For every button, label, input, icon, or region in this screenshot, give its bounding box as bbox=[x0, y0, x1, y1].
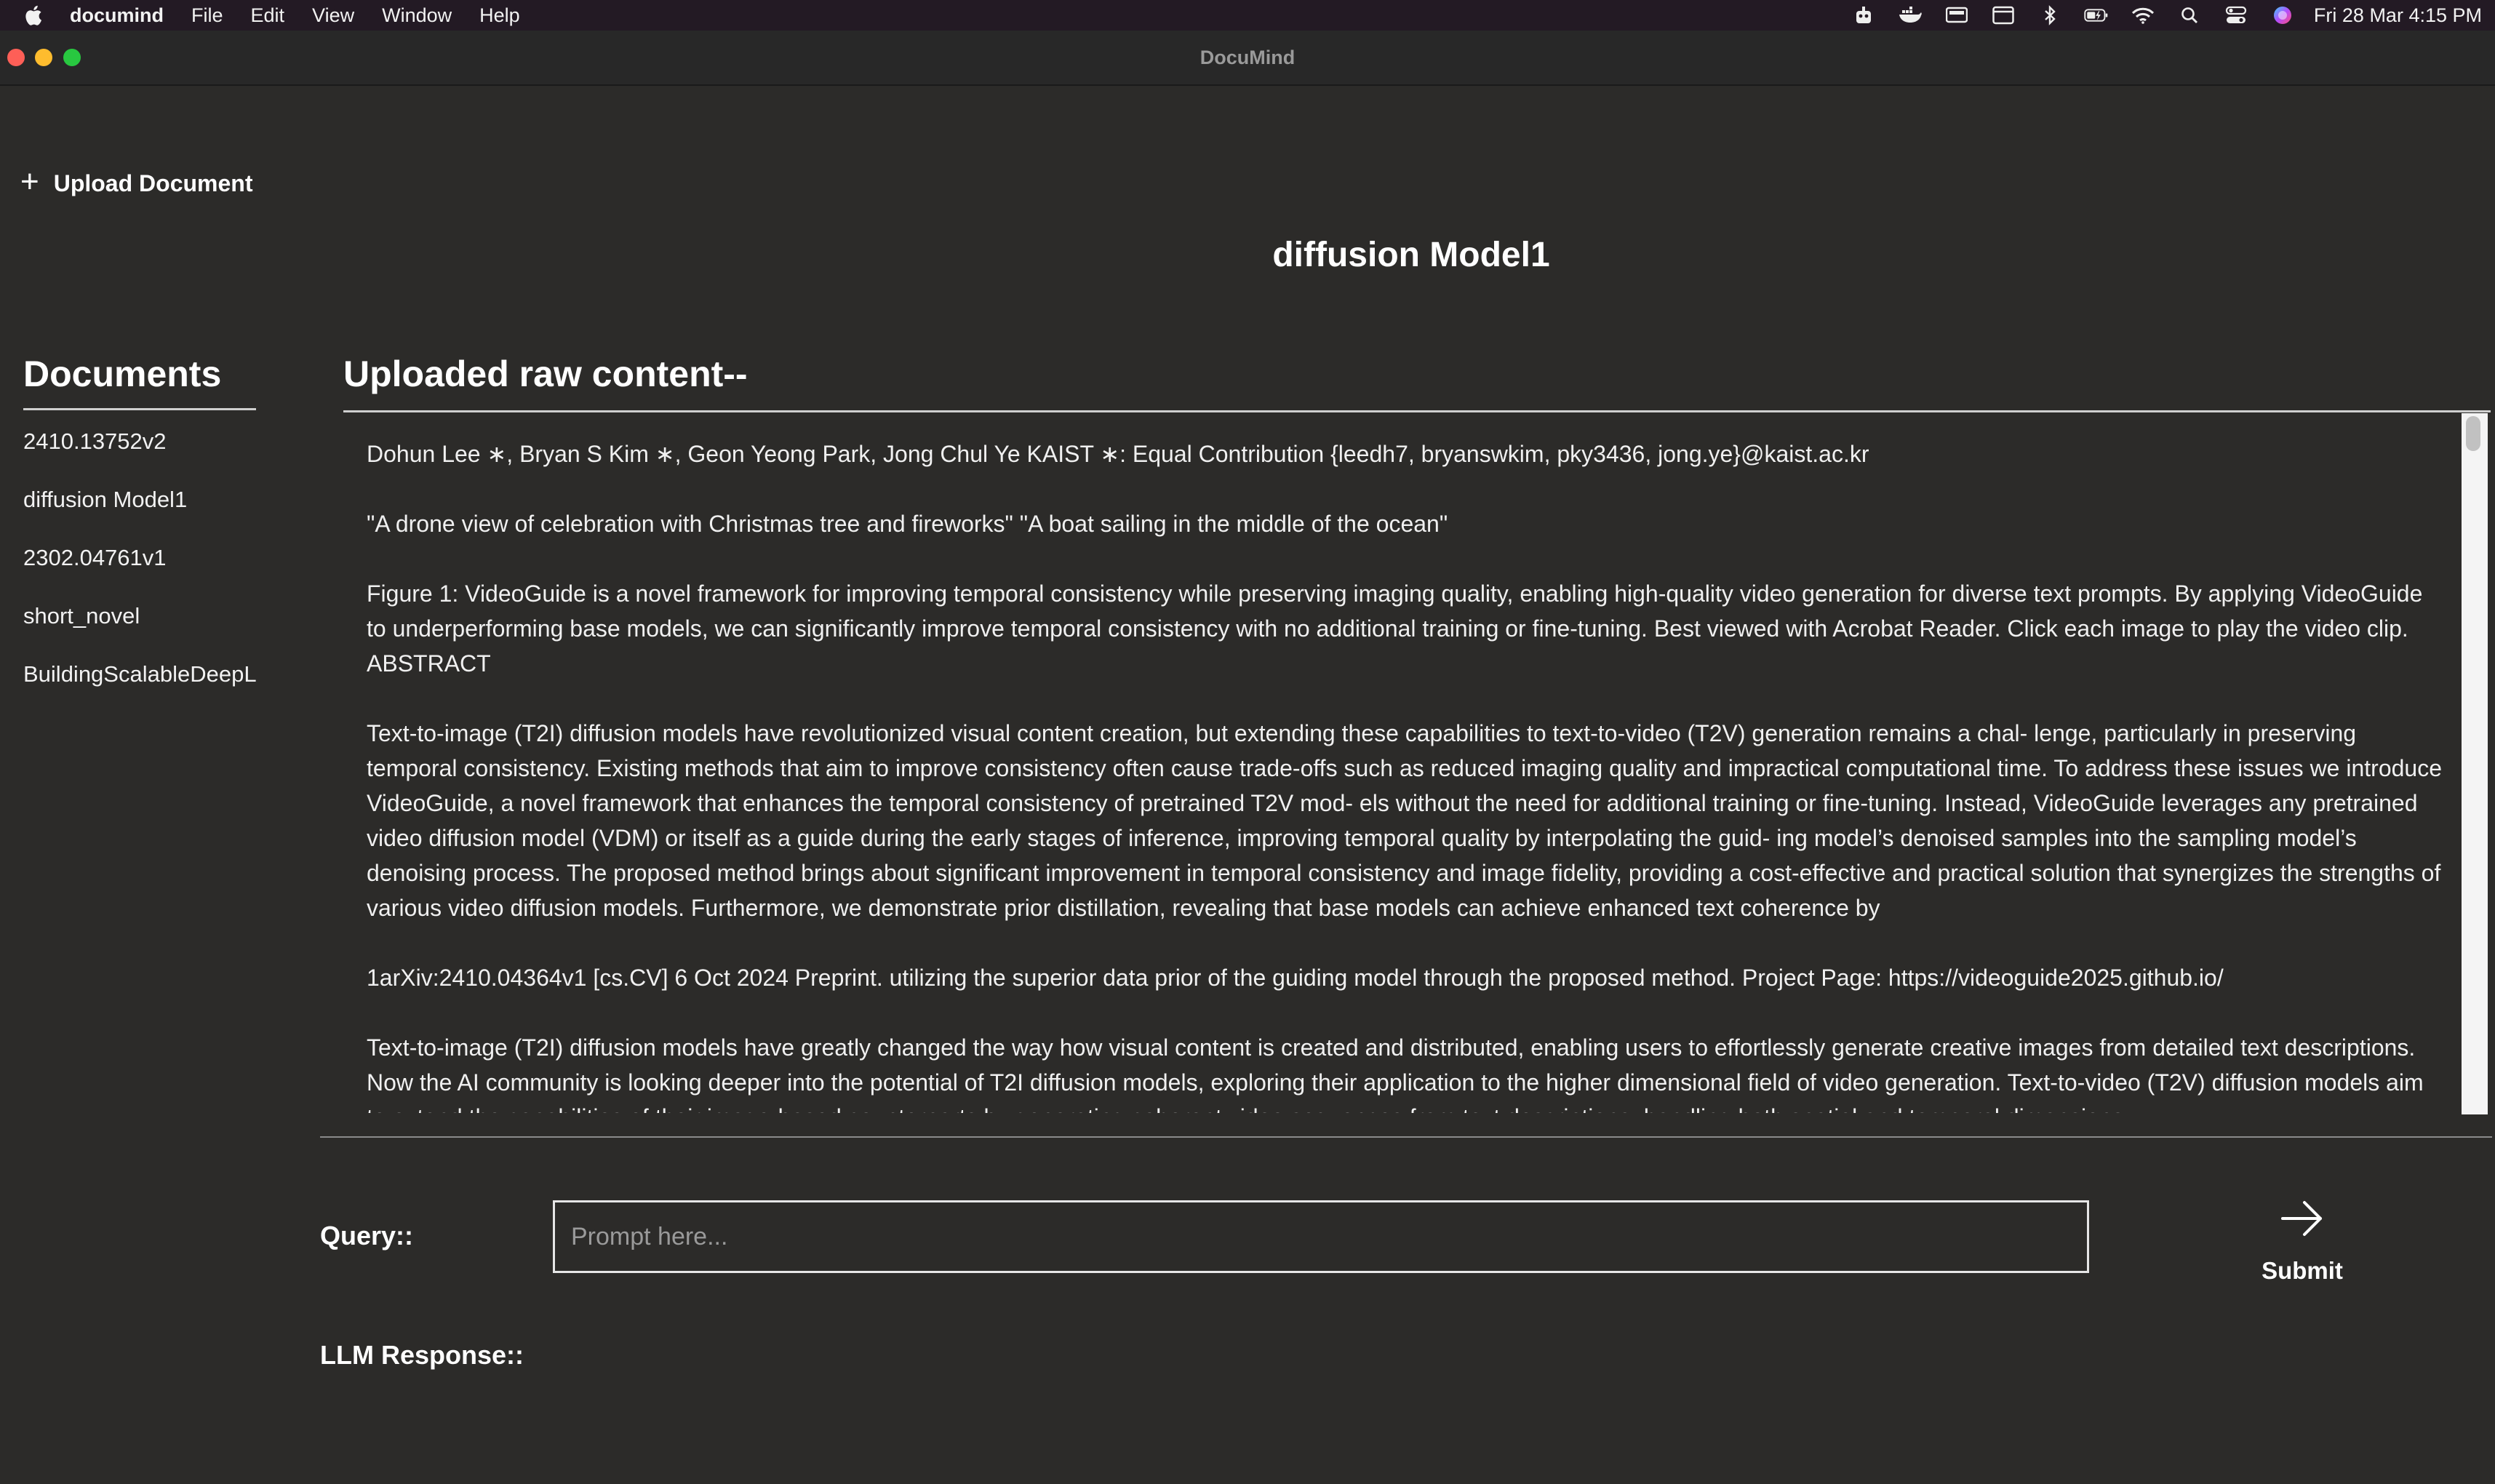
content-paragraph: Figure 1: VideoGuide is a novel framewor… bbox=[367, 581, 2423, 677]
raw-content-panel[interactable]: Dohun Lee ∗, Bryan S Kim ∗, Geon Yeong P… bbox=[345, 413, 2460, 1113]
bluetooth-icon[interactable] bbox=[2037, 5, 2062, 25]
document-list: 2410.13752v2 diffusion Model1 2302.04761… bbox=[23, 423, 256, 714]
menu-window[interactable]: Window bbox=[382, 4, 452, 27]
docker-whale-icon[interactable] bbox=[1898, 5, 1923, 25]
arrow-right-icon bbox=[2281, 1201, 2322, 1236]
control-center-icon[interactable] bbox=[2224, 5, 2248, 25]
document-item[interactable]: 2302.04761v1 bbox=[23, 540, 256, 598]
llm-response-label: LLM Response:: bbox=[320, 1340, 524, 1370]
siri-icon[interactable] bbox=[2270, 5, 2295, 25]
window-title-bar: DocuMind bbox=[0, 31, 2495, 86]
query-label: Query:: bbox=[320, 1221, 414, 1250]
submit-button[interactable]: Submit bbox=[2255, 1193, 2350, 1288]
document-title: diffusion Model1 bbox=[1272, 236, 1550, 274]
window-title: DocuMind bbox=[1199, 47, 1296, 68]
menu-help[interactable]: Help bbox=[479, 4, 520, 27]
status-area: Fri 28 Mar 4:15 PM bbox=[1829, 0, 2482, 31]
wifi-icon[interactable] bbox=[2131, 5, 2155, 25]
upload-document-button[interactable]: + Upload Document bbox=[20, 166, 252, 201]
document-item[interactable]: BuildingScalableDeepL bbox=[23, 656, 256, 714]
content-paragraph: "A drone view of celebration with Christ… bbox=[367, 511, 1448, 537]
battery-icon[interactable] bbox=[2084, 5, 2109, 25]
menubar-clock[interactable]: Fri 28 Mar 4:15 PM bbox=[2314, 4, 2482, 27]
submit-label: Submit bbox=[2262, 1257, 2343, 1284]
apple-logo-icon[interactable] bbox=[22, 4, 44, 27]
raw-content-heading: Uploaded raw content-- bbox=[343, 354, 748, 394]
plus-icon: + bbox=[20, 164, 39, 199]
menu-bar: documind File Edit View Window Help Fri … bbox=[0, 0, 2495, 31]
upload-document-label: Upload Document bbox=[53, 169, 253, 196]
heading-divider bbox=[343, 410, 2491, 412]
document-item[interactable]: short_novel bbox=[23, 598, 256, 656]
content-paragraph: Dohun Lee ∗, Bryan S Kim ∗, Geon Yeong P… bbox=[367, 441, 1869, 467]
document-item[interactable]: 2410.13752v2 bbox=[23, 423, 256, 482]
menu-edit[interactable]: Edit bbox=[251, 4, 285, 27]
prompt-input[interactable] bbox=[553, 1200, 2089, 1273]
robot-icon[interactable] bbox=[1851, 5, 1876, 25]
content-scrollbar[interactable] bbox=[2462, 413, 2488, 1114]
section-divider bbox=[320, 1136, 2492, 1138]
content-paragraph: Text-to-image (T2I) diffusion models hav… bbox=[367, 1034, 2424, 1113]
documents-heading: Documents bbox=[23, 353, 256, 410]
content-paragraph: Text-to-image (T2I) diffusion models hav… bbox=[367, 720, 2442, 921]
window-icon[interactable] bbox=[1991, 5, 2016, 25]
display-icon[interactable] bbox=[1944, 5, 1969, 25]
menu-file[interactable]: File bbox=[191, 4, 223, 27]
content-paragraph: 1arXiv:2410.04364v1 [cs.CV] 6 Oct 2024 P… bbox=[367, 965, 2224, 991]
menu-app-name[interactable]: documind bbox=[70, 4, 164, 27]
content-scrollbar-thumb[interactable] bbox=[2466, 416, 2480, 451]
search-icon[interactable] bbox=[2177, 5, 2202, 25]
menu-view[interactable]: View bbox=[312, 4, 354, 27]
document-item[interactable]: diffusion Model1 bbox=[23, 482, 256, 540]
